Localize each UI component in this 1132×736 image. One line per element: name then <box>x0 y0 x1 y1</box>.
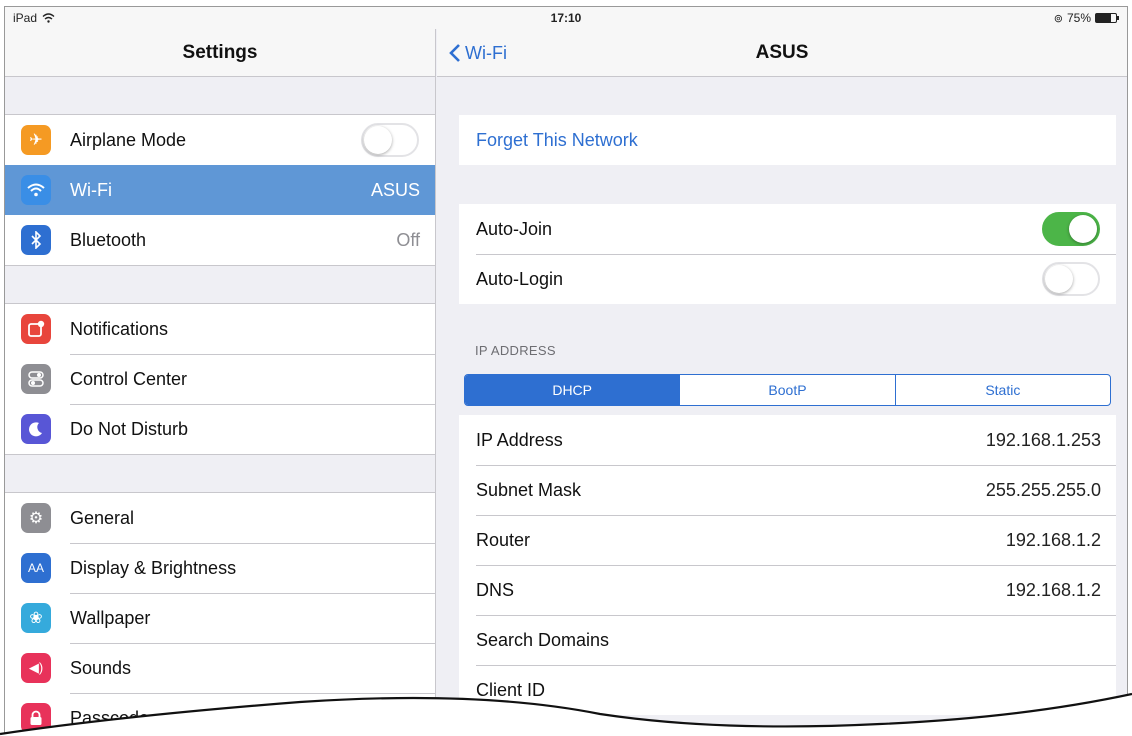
back-button-label: Wi-Fi <box>465 42 507 63</box>
field-label: Router <box>476 529 531 550</box>
segment-dhcp[interactable]: DHCP <box>465 375 680 405</box>
auto-join-label: Auto-Join <box>476 218 553 239</box>
field-label: Search Domains <box>476 629 610 650</box>
ip-address-section-header: IP ADDRESS <box>475 343 556 358</box>
auto-login-toggle[interactable] <box>1042 262 1100 296</box>
dns-row[interactable]: DNS 192.168.1.2 <box>459 565 1116 615</box>
auto-login-label: Auto-Login <box>476 268 564 289</box>
sidebar-item-label: Bluetooth <box>70 229 147 250</box>
field-value: 255.255.255.0 <box>985 479 1101 500</box>
field-label: IP Address <box>476 429 563 450</box>
moon-icon <box>21 414 51 444</box>
sidebar-item-label: Do Not Disturb <box>70 418 189 439</box>
sidebar-item-bluetooth[interactable]: Bluetooth Off <box>5 215 435 265</box>
status-time: 17:10 <box>550 11 582 25</box>
forget-network-card: Forget This Network <box>459 115 1116 165</box>
sidebar-item-general[interactable]: ⚙ General <box>5 493 435 543</box>
router-row[interactable]: Router 192.168.1.2 <box>459 515 1116 565</box>
forget-network-button[interactable]: Forget This Network <box>459 115 1116 165</box>
sidebar-item-label: General <box>70 507 135 528</box>
wifi-icon <box>21 175 51 205</box>
sidebar-item-display-brightness[interactable]: AA Display & Brightness <box>5 543 435 593</box>
status-bar-right: ⊚ 75% <box>1053 11 1119 25</box>
bluetooth-icon <box>21 225 51 255</box>
subnet-mask-row[interactable]: Subnet Mask 255.255.255.0 <box>459 465 1116 515</box>
sidebar-item-label: Airplane Mode <box>70 129 187 150</box>
settings-sidebar: Settings ✈ Airplane Mode Wi-Fi ASUS Blue… <box>5 7 436 735</box>
battery-fill <box>1096 14 1111 22</box>
airplane-mode-toggle[interactable] <box>361 123 419 157</box>
field-label: Subnet Mask <box>476 479 582 500</box>
auto-login-row: Auto-Login <box>459 254 1116 304</box>
battery-icon <box>1095 13 1119 23</box>
chevron-left-icon <box>449 44 460 62</box>
settings-title: Settings <box>5 29 435 77</box>
battery-percent: 75% <box>1066 11 1091 25</box>
airplane-icon: ✈ <box>21 125 51 155</box>
auto-join-toggle[interactable] <box>1042 212 1100 246</box>
torn-edge-decoration <box>0 692 1132 736</box>
sidebar-item-label: Control Center <box>70 368 188 389</box>
sidebar-item-label: Display & Brightness <box>70 557 237 578</box>
settings-group-notifications: Notifications Control Center Do Not Dist… <box>5 303 435 455</box>
sidebar-item-airplane-mode[interactable]: ✈ Airplane Mode <box>5 115 435 165</box>
status-bar: iPad 17:10 ⊚ 75% <box>5 7 1127 29</box>
segment-bootp[interactable]: BootP <box>679 375 894 405</box>
sidebar-item-wallpaper[interactable]: ❀ Wallpaper <box>5 593 435 643</box>
detail-nav-bar: ASUS Wi-Fi <box>437 29 1127 77</box>
sidebar-item-wifi[interactable]: Wi-Fi ASUS <box>5 165 435 215</box>
sidebar-item-label: Wallpaper <box>70 607 151 628</box>
search-domains-row[interactable]: Search Domains <box>459 615 1116 665</box>
back-button[interactable]: Wi-Fi <box>449 29 507 77</box>
sidebar-item-label: Wi-Fi <box>70 179 112 200</box>
sidebar-item-do-not-disturb[interactable]: Do Not Disturb <box>5 404 435 454</box>
ip-mode-segmented-control: DHCP BootP Static <box>464 374 1111 406</box>
orientation-lock-icon: ⊚ <box>1053 12 1063 25</box>
ip-address-row[interactable]: IP Address 192.168.1.253 <box>459 415 1116 465</box>
bluetooth-status-value: Off <box>396 229 420 250</box>
sidebar-item-notifications[interactable]: Notifications <box>5 304 435 354</box>
sidebar-item-label: Notifications <box>70 318 169 339</box>
wifi-detail-pane: ASUS Wi-Fi Forget This Network Auto-Join… <box>437 7 1127 735</box>
gear-icon: ⚙ <box>21 503 51 533</box>
toggle-knob <box>364 126 392 154</box>
field-value: 192.168.1.253 <box>985 429 1101 450</box>
control-center-icon <box>21 364 51 394</box>
ipad-screen: Settings ✈ Airplane Mode Wi-Fi ASUS Blue… <box>4 6 1128 736</box>
join-options-card: Auto-Join Auto-Login <box>459 204 1116 304</box>
wifi-network-value: ASUS <box>370 179 420 200</box>
toggle-knob <box>1069 215 1097 243</box>
field-value: 192.168.1.2 <box>1005 529 1101 550</box>
text-size-icon: AA <box>21 553 51 583</box>
field-label: DNS <box>476 579 515 600</box>
notifications-icon <box>21 314 51 344</box>
segment-static[interactable]: Static <box>894 375 1110 405</box>
toggle-knob <box>1045 265 1073 293</box>
sidebar-item-control-center[interactable]: Control Center <box>5 354 435 404</box>
auto-join-row: Auto-Join <box>459 204 1116 254</box>
wallpaper-icon: ❀ <box>21 603 51 633</box>
field-value: 192.168.1.2 <box>1005 579 1101 600</box>
settings-group-connectivity: ✈ Airplane Mode Wi-Fi ASUS Bluetooth Off <box>5 114 435 266</box>
network-title: ASUS <box>755 42 809 63</box>
ip-details-card: IP Address 192.168.1.253 Subnet Mask 255… <box>459 415 1116 715</box>
